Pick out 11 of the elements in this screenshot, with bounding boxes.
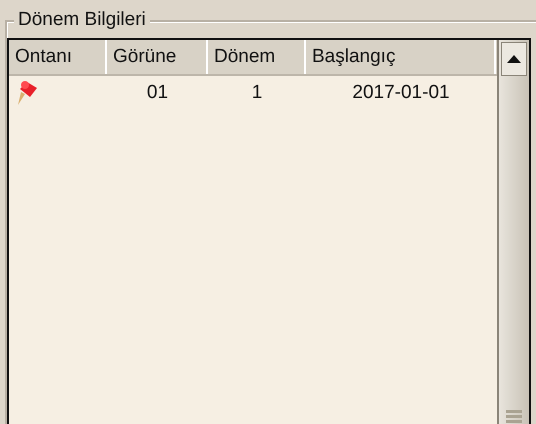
table-cell-text: 1 <box>250 80 264 105</box>
group-title: Dönem Bilgileri <box>14 9 150 31</box>
scrollbar[interactable] <box>497 40 529 424</box>
up-arrow-icon <box>507 55 521 63</box>
column-header[interactable]: Dönem <box>208 40 306 74</box>
column-header[interactable]: Ontanı <box>9 40 107 74</box>
grip-icon <box>506 410 522 424</box>
table-cell-text: 01 <box>146 80 170 105</box>
table-cell-text: 2017-01-01 <box>351 80 451 105</box>
scroll-up-button[interactable] <box>501 42 527 76</box>
column-header[interactable]: Görüne <box>107 40 208 74</box>
